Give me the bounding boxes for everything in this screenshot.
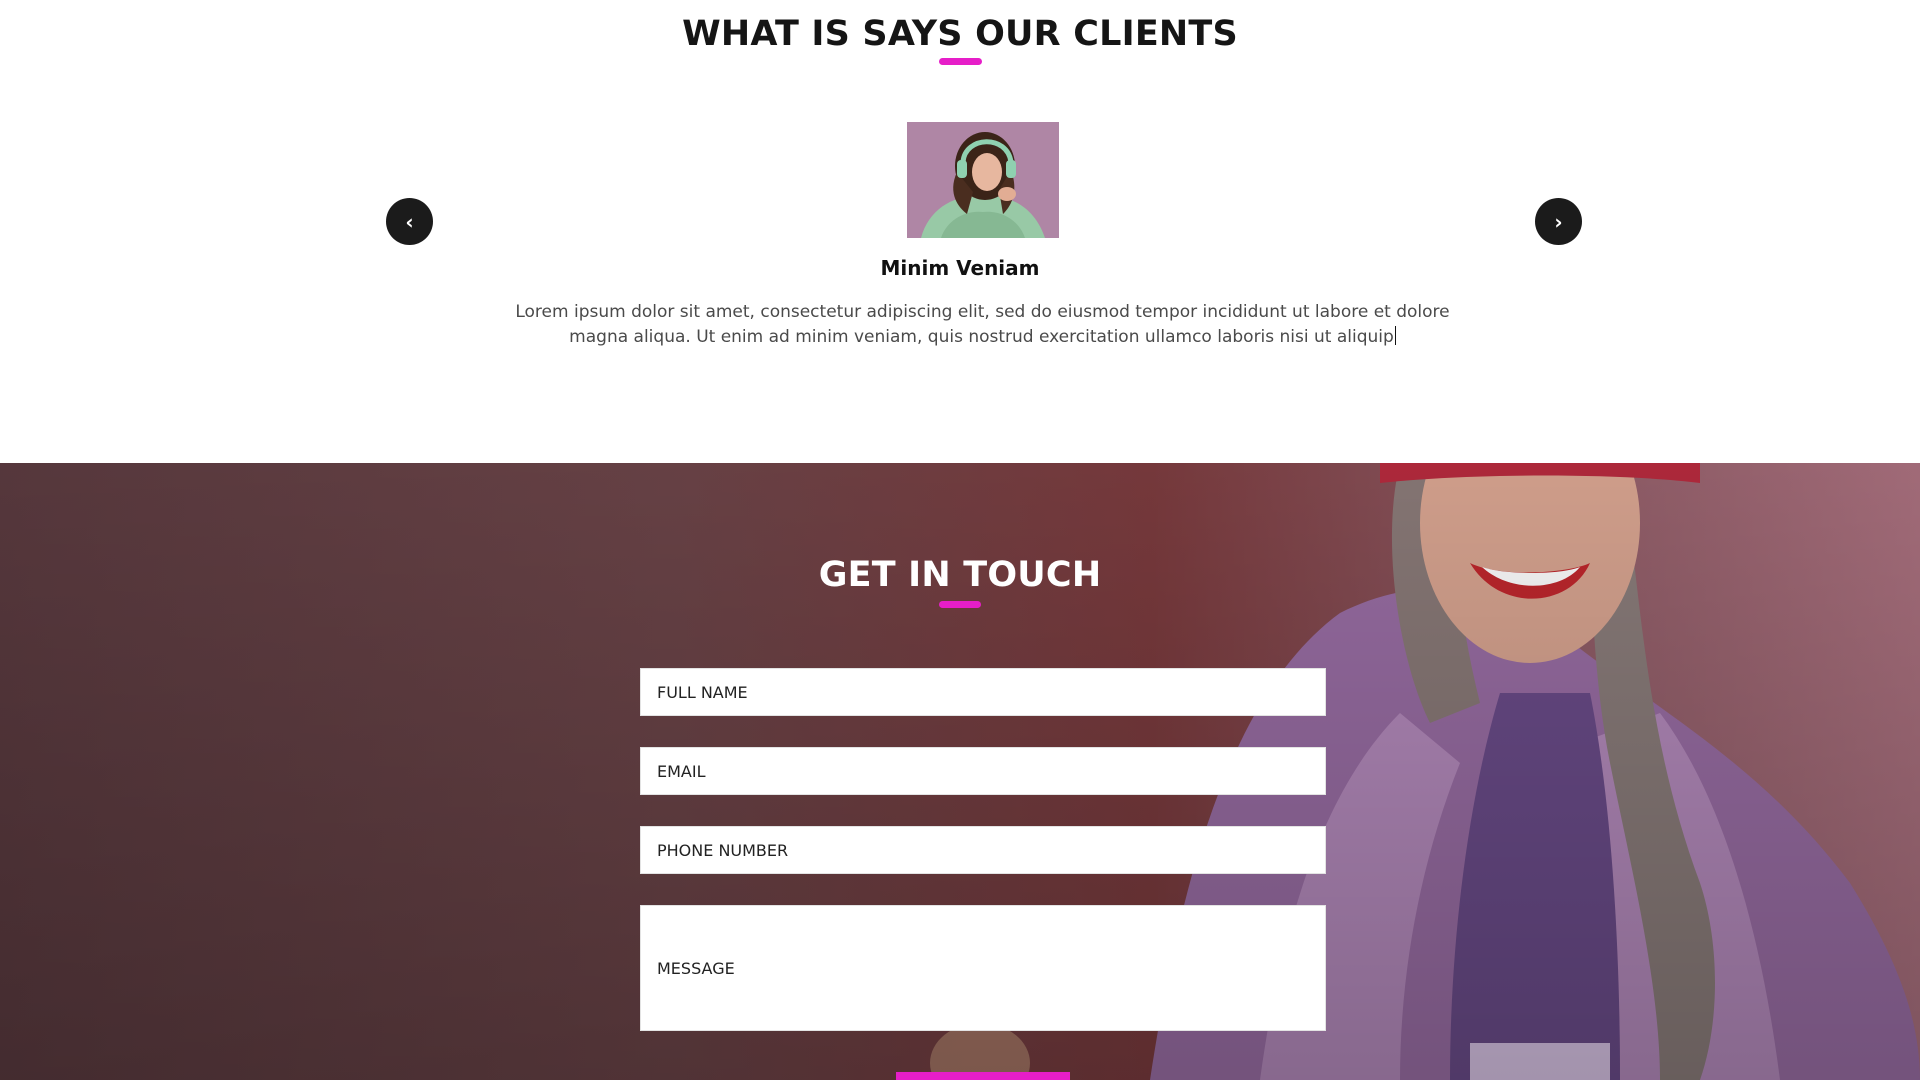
email-input[interactable] <box>640 747 1326 795</box>
carousel-next-button[interactable]: › <box>1535 198 1582 245</box>
text-cursor <box>1394 326 1396 345</box>
submit-button[interactable] <box>896 1072 1070 1080</box>
client-quote: Lorem ipsum dolor sit amet, consectetur … <box>500 300 1465 350</box>
carousel-prev-button[interactable]: ‹ <box>386 198 433 245</box>
testimonials-title-underline <box>939 58 982 65</box>
client-quote-line-2-text: magna aliqua. Ut enim ad minim veniam, q… <box>569 327 1394 347</box>
client-name: Minim Veniam <box>880 256 1040 280</box>
chevron-right-icon: › <box>1554 209 1563 234</box>
contact-title-underline <box>939 601 981 608</box>
client-photo <box>907 122 1059 238</box>
full-name-input[interactable] <box>640 668 1326 716</box>
message-textarea[interactable] <box>640 905 1326 1031</box>
client-avatar <box>907 122 1059 238</box>
contact-title: GET IN TOUCH <box>818 555 1102 595</box>
contact-section: GET IN TOUCH <box>0 463 1920 1080</box>
client-quote-line-1: Lorem ipsum dolor sit amet, consectetur … <box>515 302 1450 322</box>
client-quote-line-2: magna aliqua. Ut enim ad minim veniam, q… <box>500 325 1465 350</box>
testimonials-title: WHAT IS SAYS OUR CLIENTS <box>682 14 1238 54</box>
phone-number-input[interactable] <box>640 826 1326 874</box>
testimonials-section: WHAT IS SAYS OUR CLIENTS ‹ Minim Veniam <box>0 0 1920 463</box>
chevron-left-icon: ‹ <box>405 209 414 234</box>
